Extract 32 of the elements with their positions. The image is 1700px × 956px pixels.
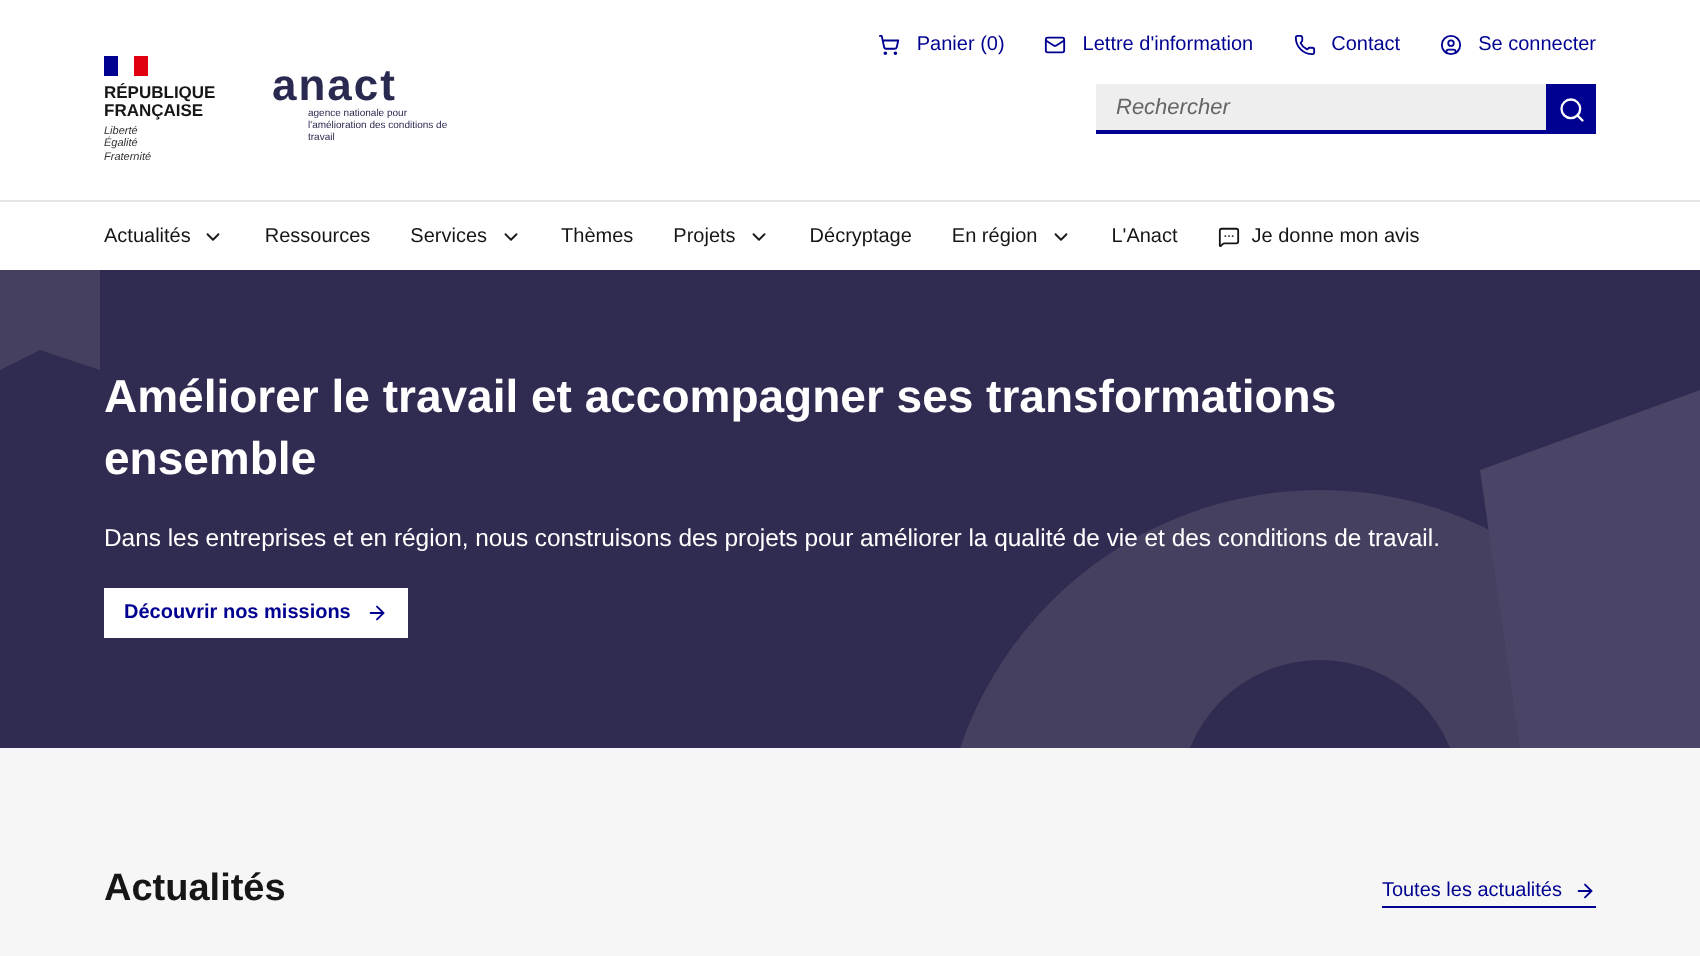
- search-button[interactable]: [1546, 84, 1596, 134]
- nav-item[interactable]: Thèmes: [561, 225, 634, 247]
- header-link[interactable]: Contact: [1293, 34, 1401, 56]
- speech-bubble-icon: [1217, 225, 1240, 247]
- header-link[interactable]: Se connecter: [1440, 34, 1596, 56]
- mail-icon: [1044, 34, 1067, 56]
- header-link[interactable]: Lettre d'information: [1044, 34, 1254, 56]
- corner-shape: [0, 270, 100, 370]
- nav-item[interactable]: En région: [951, 225, 1072, 247]
- logo[interactable]: anact: [272, 64, 448, 108]
- phone-icon: [1293, 34, 1316, 56]
- republic-name: RÉPUBLIQUE FRANÇAISE: [104, 84, 218, 120]
- hero-title: Améliorer le travail et accompagner ses transformations ensemble: [104, 368, 1339, 488]
- nav-item[interactable]: Services: [410, 225, 522, 247]
- section-title: Actualités: [104, 868, 286, 912]
- nav-item[interactable]: Actualités: [104, 225, 225, 247]
- arrow-right-icon: [366, 602, 389, 624]
- user-icon: [1440, 34, 1463, 56]
- flag-icon: [104, 56, 148, 76]
- search-icon: [1557, 95, 1585, 123]
- all-news-link[interactable]: Toutes les actualités: [1381, 880, 1596, 908]
- search-field[interactable]: Rechercher: [1096, 84, 1546, 134]
- header-link[interactable]: Panier (0): [878, 34, 1005, 56]
- nav-item[interactable]: Ressources: [264, 225, 371, 247]
- cart-icon: [878, 34, 901, 56]
- arrow-right-icon: [1574, 880, 1596, 902]
- nav-item[interactable]: Je donne mon avis: [1217, 225, 1420, 247]
- nav-item[interactable]: Décryptage: [809, 225, 912, 247]
- nav-item[interactable]: Projets: [673, 225, 770, 247]
- hero-text: Dans les entreprises et en région, nous construisons des projets pour améliorer la qualité de vie et des conditions de travail.: [104, 524, 1442, 552]
- nav-item[interactable]: L'Anact: [1111, 225, 1178, 247]
- missions-button[interactable]: Découvrir nos missions: [104, 588, 409, 638]
